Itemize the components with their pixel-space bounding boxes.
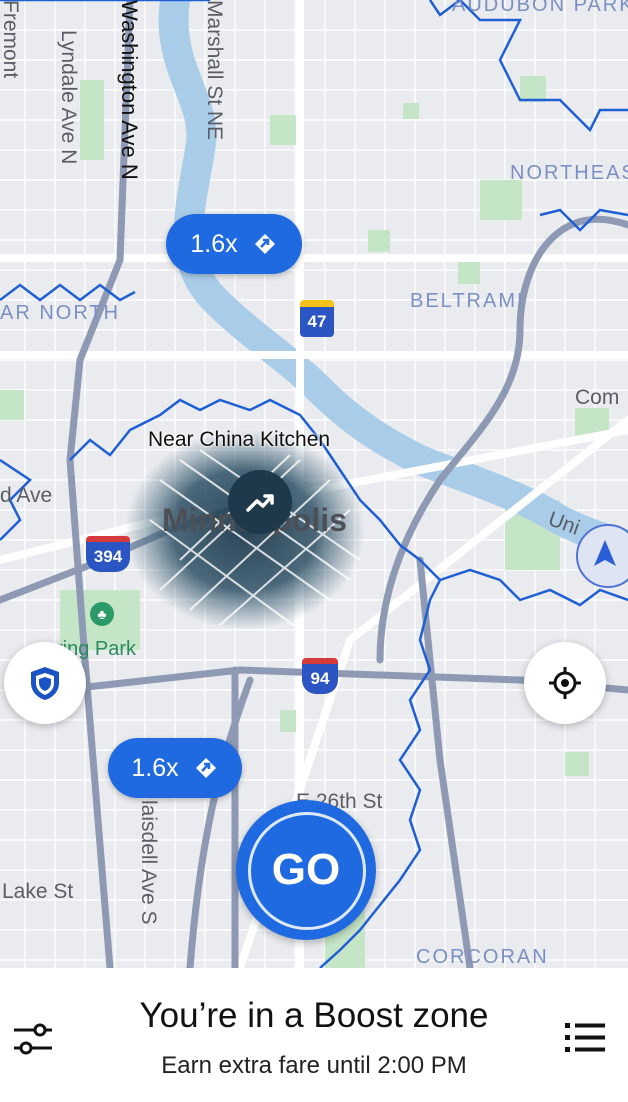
safety-button[interactable] bbox=[4, 642, 86, 724]
street-label-lyndale: Lyndale Ave N bbox=[57, 30, 80, 165]
boost-multiplier: 1.6x bbox=[190, 229, 238, 258]
highway-shield-94: 94 bbox=[302, 658, 338, 694]
list-icon bbox=[565, 1023, 605, 1052]
trend-marker[interactable] bbox=[228, 470, 292, 534]
shield-icon bbox=[31, 667, 59, 700]
street-label-ave: d Ave bbox=[0, 484, 53, 507]
street-label-fremont: Fremont bbox=[0, 0, 22, 79]
boost-arrow-icon bbox=[254, 234, 275, 254]
highway-shield-47: 47 bbox=[300, 300, 334, 337]
trending-up-icon bbox=[246, 494, 274, 512]
boost-pill-north[interactable]: 1.6x bbox=[166, 214, 302, 274]
boost-pill-south[interactable]: 1.6x bbox=[108, 738, 242, 798]
highway-shield-394: 394 bbox=[86, 536, 130, 572]
crosshair-icon bbox=[549, 667, 581, 699]
district-label-beltrami: BELTRAMI bbox=[410, 290, 525, 312]
boost-multiplier: 1.6x bbox=[131, 753, 179, 782]
go-button[interactable]: GO bbox=[236, 800, 376, 940]
navigation-arrow-icon bbox=[594, 540, 616, 566]
street-label-blaisdell: laisdell Ave S bbox=[137, 800, 160, 925]
map[interactable]: AUDUBON PARK NORTHEAST PARK BELTRAMI AR … bbox=[0, 0, 628, 968]
status-panel: You’re in a Boost zone Earn extra fare u… bbox=[0, 968, 628, 1102]
navigation-button[interactable] bbox=[576, 524, 628, 588]
boost-arrow-icon bbox=[195, 758, 216, 778]
district-label-corcoran: CORCORAN bbox=[416, 946, 549, 968]
street-label-lake: Lake St bbox=[2, 880, 74, 903]
district-label-ar-north: AR NORTH bbox=[0, 302, 121, 324]
menu-button[interactable] bbox=[564, 1020, 606, 1056]
location-label: Near China Kitchen bbox=[148, 428, 331, 451]
street-label-marshall: Marshall St NE bbox=[203, 0, 226, 141]
street-label-washington: Washington Ave N bbox=[117, 0, 142, 180]
district-label-audubon: AUDUBON PARK bbox=[452, 0, 628, 16]
status-title: You’re in a Boost zone bbox=[139, 996, 489, 1035]
locate-button[interactable] bbox=[524, 642, 606, 724]
go-label: GO bbox=[271, 845, 341, 894]
district-label-northeast: NORTHEAST PARK bbox=[510, 162, 628, 184]
park-icon: ♣ bbox=[90, 602, 114, 626]
street-label-com: Com bbox=[575, 386, 620, 409]
status-subtitle: Earn extra fare until 2:00 PM bbox=[161, 1052, 467, 1079]
